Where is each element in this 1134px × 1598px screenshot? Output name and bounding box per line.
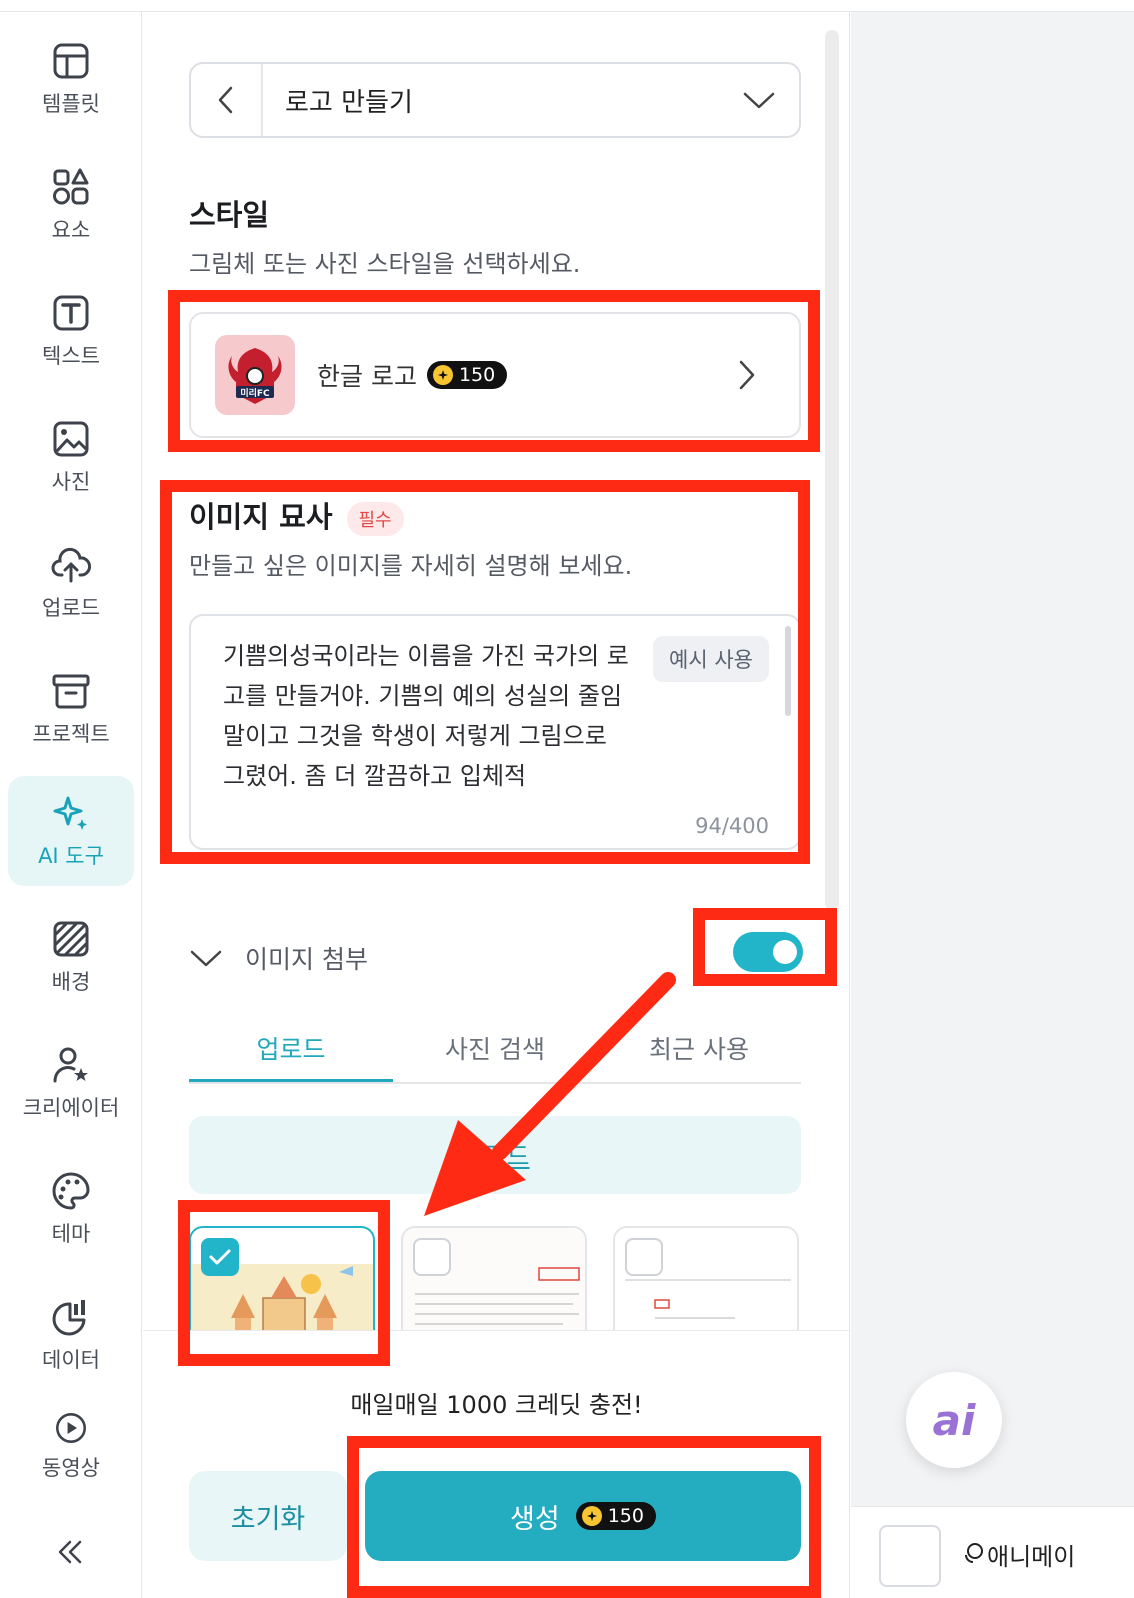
tab-photo-search[interactable]: 사진 검색 [393, 1022, 597, 1082]
rail-label: 테마 [51, 1222, 91, 1246]
bottom-action-bar: 매일매일 1000 크레딧 충전! 초기화 생성 150 [143, 1330, 849, 1598]
rail-item-template[interactable]: 템플릿 [8, 24, 134, 134]
style-name: 한글 로고 [317, 362, 417, 391]
panel-scrollbar[interactable] [825, 30, 839, 910]
project-box-icon [52, 674, 90, 709]
editor-canvas[interactable] [851, 12, 1134, 1598]
description-textarea[interactable]: 기쁨의성국이라는 이름을 가진 국가의 로고를 만들거야. 기쁨의 예의 성실의… [189, 614, 801, 850]
style-section-title: 스타일 [189, 198, 270, 232]
credit-coin-icon [432, 365, 453, 385]
image-checkbox[interactable] [413, 1238, 451, 1276]
rail-label: 템플릿 [42, 92, 100, 116]
attach-label: 이미지 첨부 [245, 945, 368, 974]
style-thumbnail: 미리FC [215, 335, 295, 415]
generate-button[interactable]: 생성 150 [365, 1471, 801, 1561]
style-select-card[interactable]: 미리FC 한글 로고 150 [189, 312, 801, 438]
toggle-knob [773, 940, 797, 964]
back-button[interactable] [191, 64, 263, 136]
credit-amount: 150 [607, 1505, 644, 1527]
chevron-down-icon [743, 92, 775, 109]
palette-icon [52, 1172, 90, 1210]
credit-coin-icon [581, 1506, 602, 1526]
rail-item-elements[interactable]: 요소 [8, 150, 134, 260]
generate-label: 생성 [510, 1503, 560, 1535]
elements-icon [53, 168, 89, 205]
photo-icon [53, 421, 89, 457]
rail-item-creator[interactable]: 크리에이터 [8, 1028, 134, 1138]
promo-text: 매일매일 1000 크레딧 충전! [350, 1391, 643, 1419]
rail-item-upload[interactable]: 업로드 [8, 528, 134, 638]
chevron-left-icon [218, 86, 233, 114]
char-counter: 94/400 [695, 814, 769, 838]
upload-cloud-icon [51, 547, 91, 583]
page-thumbnail[interactable] [879, 1525, 941, 1587]
style-section-subtitle: 그림체 또는 사진 스타일을 선택하세요. [189, 250, 581, 278]
attach-toggle-switch[interactable] [733, 932, 803, 972]
required-badge: 필수 [346, 502, 404, 536]
rail-item-theme[interactable]: 테마 [8, 1154, 134, 1264]
top-border [0, 0, 1134, 12]
animation-label[interactable]: 애니메이 [987, 1537, 1075, 1572]
ai-tools-panel: 로고 만들기 스타일 그림체 또는 사진 스타일을 선택하세요. 미리FC 한글… [143, 12, 850, 1598]
rail-label: 텍스트 [42, 344, 100, 368]
logo-text: 미리FC [240, 387, 270, 399]
rail-item-background[interactable]: 배경 [8, 902, 134, 1012]
rail-label: 동영상 [42, 1456, 100, 1480]
generate-credit-badge: 150 [575, 1502, 656, 1530]
left-rail: 템플릿 요소 텍스트 사진 업로드 프로젝트 AI 도구 배경 크리에이터 테마… [0, 12, 142, 1598]
ai-sparkle-icon [53, 796, 87, 830]
rail-label: 프로젝트 [32, 722, 110, 746]
mirifc-logo-icon: 미리FC [228, 348, 282, 404]
attach-toggle-row[interactable]: 이미지 첨부 [189, 928, 801, 988]
template-icon [53, 43, 89, 79]
attach-source-tabs: 업로드 사진 검색 최근 사용 [189, 1022, 801, 1084]
tool-selector-title: 로고 만들기 [285, 87, 413, 118]
style-credit-badge: 150 [426, 361, 508, 389]
collapse-rail-button[interactable] [48, 1530, 92, 1574]
desc-section-title: 이미지 묘사 필수 [189, 494, 404, 536]
rail-label: 배경 [51, 970, 91, 994]
animation-icon [965, 1543, 983, 1563]
rail-item-text[interactable]: 텍스트 [8, 276, 134, 386]
background-pattern-icon [53, 921, 89, 957]
credit-amount: 150 [458, 364, 496, 386]
rail-label: 데이터 [42, 1348, 100, 1372]
rail-label: AI 도구 [38, 844, 104, 868]
chevron-down-icon [190, 950, 222, 967]
tab-recent[interactable]: 최근 사용 [597, 1022, 801, 1082]
rail-item-project[interactable]: 프로젝트 [8, 654, 134, 764]
rail-label: 업로드 [42, 596, 100, 620]
image-checkbox[interactable] [201, 1238, 239, 1276]
textarea-scrollbar[interactable] [785, 626, 791, 716]
image-checkbox[interactable] [625, 1238, 663, 1276]
rail-label: 크리에이터 [22, 1096, 120, 1120]
dropdown-toggle[interactable] [719, 90, 799, 110]
chart-icon [52, 1300, 86, 1336]
desc-title-text: 이미지 묘사 [189, 500, 333, 534]
tab-upload[interactable]: 업로드 [189, 1022, 393, 1082]
reset-button[interactable]: 초기화 [189, 1471, 347, 1561]
creator-icon [53, 1047, 88, 1083]
tool-selector[interactable]: 로고 만들기 [189, 62, 801, 138]
ai-assistant-button[interactable]: ai [906, 1372, 1002, 1468]
ai-logo-icon: ai [932, 1395, 976, 1445]
text-icon [53, 295, 89, 331]
use-example-button[interactable]: 예시 사용 [653, 636, 769, 682]
check-icon [209, 1249, 231, 1265]
description-text: 기쁨의성국이라는 이름을 가진 국가의 로고를 만들거야. 기쁨의 예의 성실의… [223, 642, 629, 790]
chevron-right-icon [739, 360, 755, 390]
upload-button[interactable]: 업로드 [189, 1116, 801, 1194]
canvas-bottom-bar: 애니메이 [851, 1506, 1134, 1598]
rail-item-data[interactable]: 데이터 [8, 1280, 134, 1390]
rail-label: 요소 [51, 218, 91, 242]
rail-label: 사진 [51, 470, 91, 494]
double-chevron-left-icon [58, 1540, 82, 1564]
desc-section-subtitle: 만들고 싶은 이미지를 자세히 설명해 보세요. [189, 552, 633, 580]
play-icon [56, 1413, 86, 1443]
rail-item-ai-tools[interactable]: AI 도구 [8, 776, 134, 886]
rail-item-video[interactable]: 동영상 [8, 1392, 134, 1482]
rail-item-photo[interactable]: 사진 [8, 402, 134, 512]
